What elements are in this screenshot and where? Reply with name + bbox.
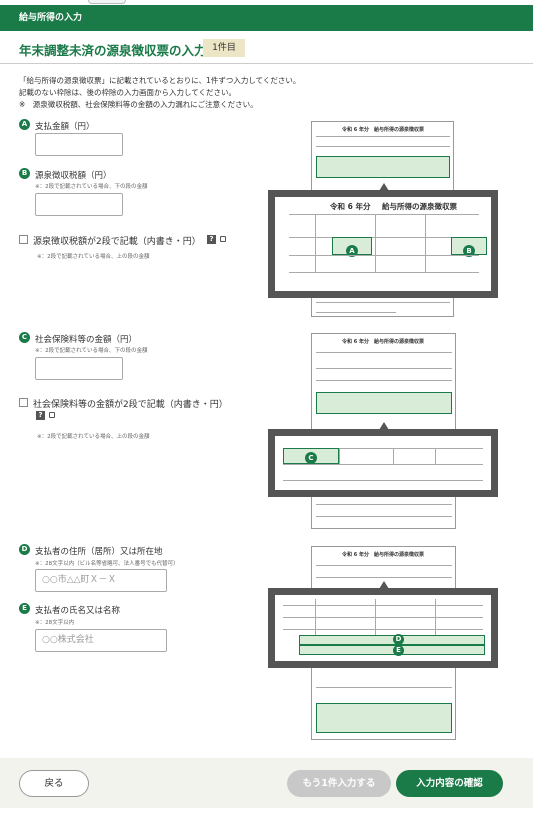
slip-title: 令和 6 年分 給与所得の源泉徴収票 bbox=[342, 127, 424, 133]
social-insurance-note: ※：2段で記載されている場合、下の段の金額 bbox=[35, 348, 148, 354]
add-another-button[interactable]: もう1件入力する bbox=[287, 770, 391, 797]
zoom-panel-2: C bbox=[268, 429, 498, 497]
zoom-panel-1: 令和 6 年分 給与所得の源泉徴収票 A B bbox=[268, 190, 498, 298]
payment-amount-input[interactable] bbox=[35, 133, 123, 156]
zoom-line bbox=[315, 214, 316, 272]
bottom-strip bbox=[0, 808, 533, 814]
slip-line bbox=[316, 565, 452, 566]
page-title: 年末調整未済の源泉徴収票の入力 bbox=[19, 43, 207, 58]
title-bar: 年末調整未済の源泉徴収票の入力 bbox=[0, 31, 533, 64]
highlight-payment-row bbox=[316, 156, 450, 178]
back-button[interactable]: 戻る bbox=[19, 770, 89, 797]
top-tab[interactable] bbox=[88, 0, 126, 4]
payer-name-input[interactable]: ○○株式会社 bbox=[35, 629, 167, 652]
zoom-line bbox=[315, 599, 316, 639]
marker-c-icon: C bbox=[19, 332, 30, 343]
zoom-line bbox=[283, 605, 483, 606]
withholding-two-tier-label: 源泉徴収税額が2段で記載（内書き・円） bbox=[33, 237, 201, 247]
withholding-two-tier-note: ※：2段で記載されている場合、上の段の金額 bbox=[37, 254, 150, 260]
marker-e-icon: E bbox=[19, 603, 30, 614]
zoom-line bbox=[289, 255, 479, 256]
zoom-line bbox=[283, 617, 483, 618]
zoom-line bbox=[283, 480, 483, 481]
instruction-line-3: ※ 源泉徴収税額、社会保険料等の金額の入力漏れにご注意ください。 bbox=[19, 100, 258, 109]
instruction-line-2: 記載のない枠除は、後の枠除の入力画面から入力してください。 bbox=[19, 88, 237, 97]
payer-name-note: ※：28文字以内 bbox=[35, 620, 75, 626]
marker-d-icon: D bbox=[19, 544, 30, 555]
zoom-line bbox=[425, 214, 426, 272]
instruction-line-1: 「給与所得の源泉徴収票」に記載されているとおりに、1件ずつ入力してください。 bbox=[19, 76, 301, 85]
zoom-line bbox=[289, 214, 479, 215]
social-insurance-help-icon[interactable]: ? bbox=[36, 411, 45, 420]
marker-a-icon: A bbox=[19, 119, 30, 130]
page: 給与所得の入力 年末調整未済の源泉徴収票の入力 1件目 「給与所得の源泉徴収票」… bbox=[0, 0, 533, 814]
slip-title: 令和 6 年分 給与所得の源泉徴収票 bbox=[342, 552, 424, 558]
payer-address-label: 支払者の住所（居所）又は所在地 bbox=[35, 547, 163, 557]
payment-amount-label: 支払金額（円） bbox=[35, 122, 95, 132]
marker-d-icon: D bbox=[393, 634, 404, 645]
zoom-title: 給与所得の源泉徴収票 bbox=[382, 202, 457, 211]
zoom-panel-3: D E bbox=[268, 588, 498, 668]
withholding-tax-label: 源泉徴収税額（円） bbox=[35, 171, 112, 181]
zoom-line bbox=[393, 448, 394, 464]
external-link-icon[interactable] bbox=[49, 412, 55, 418]
social-insurance-two-tier-note: ※：2段で記載されている場合、上の段の金額 bbox=[37, 434, 150, 440]
zoom-line bbox=[435, 448, 436, 464]
zoom-line bbox=[289, 272, 479, 273]
zoom-line bbox=[375, 214, 376, 272]
slip-title: 令和 6 年分 給与所得の源泉徴収票 bbox=[342, 339, 424, 345]
social-insurance-two-tier-checkbox[interactable] bbox=[19, 398, 28, 407]
highlight-e bbox=[299, 645, 485, 655]
zoom-line bbox=[339, 448, 340, 464]
social-insurance-label: 社会保険料等の金額（円） bbox=[35, 335, 138, 345]
zoom-line bbox=[375, 599, 376, 639]
highlight-insurance-row bbox=[316, 392, 452, 414]
payer-address-input[interactable]: ○○市△△町Ｘ－Ｘ bbox=[35, 569, 167, 592]
zoom-line bbox=[283, 464, 483, 465]
marker-b-icon: B bbox=[19, 168, 30, 179]
slip-line bbox=[316, 687, 452, 688]
social-insurance-input[interactable] bbox=[35, 357, 123, 380]
confirm-button[interactable]: 入力内容の確認 bbox=[396, 770, 503, 797]
marker-e-icon: E bbox=[393, 645, 404, 656]
payer-name-label: 支払者の氏名又は名称 bbox=[35, 606, 121, 616]
zoom-line bbox=[283, 629, 483, 630]
slip-line bbox=[316, 368, 452, 369]
zoom-title-era: 令和 6 年分 bbox=[330, 202, 371, 211]
slip-line bbox=[316, 352, 452, 353]
external-link-icon[interactable] bbox=[220, 236, 226, 242]
slip-line bbox=[316, 302, 450, 303]
withholding-help-icon[interactable]: ? bbox=[207, 235, 216, 244]
withholding-tax-note: ※：2段で記載されている場合、下の段の金額 bbox=[35, 184, 148, 190]
slip-line bbox=[316, 504, 452, 505]
slip-line bbox=[316, 136, 450, 137]
marker-c-icon: C bbox=[305, 452, 317, 464]
slip-line bbox=[316, 312, 396, 313]
section-header: 給与所得の入力 bbox=[0, 5, 533, 31]
count-badge: 1件目 bbox=[203, 39, 245, 57]
social-insurance-two-tier-label: 社会保険料等の金額が2段で記載（内書き・円） bbox=[33, 400, 228, 410]
slip-line bbox=[316, 516, 452, 517]
withholding-tax-input[interactable] bbox=[35, 193, 123, 216]
slip-line bbox=[316, 380, 452, 381]
highlight-payer-rows bbox=[316, 703, 452, 733]
slip-line bbox=[316, 146, 450, 147]
slip-line bbox=[316, 577, 452, 578]
highlight-d bbox=[299, 635, 485, 645]
zoom-line bbox=[435, 599, 436, 639]
withholding-two-tier-checkbox[interactable] bbox=[19, 235, 28, 244]
payer-address-note: ※：28文字以内（ビル名等省略可、法人番号でも代替可） bbox=[35, 561, 179, 567]
